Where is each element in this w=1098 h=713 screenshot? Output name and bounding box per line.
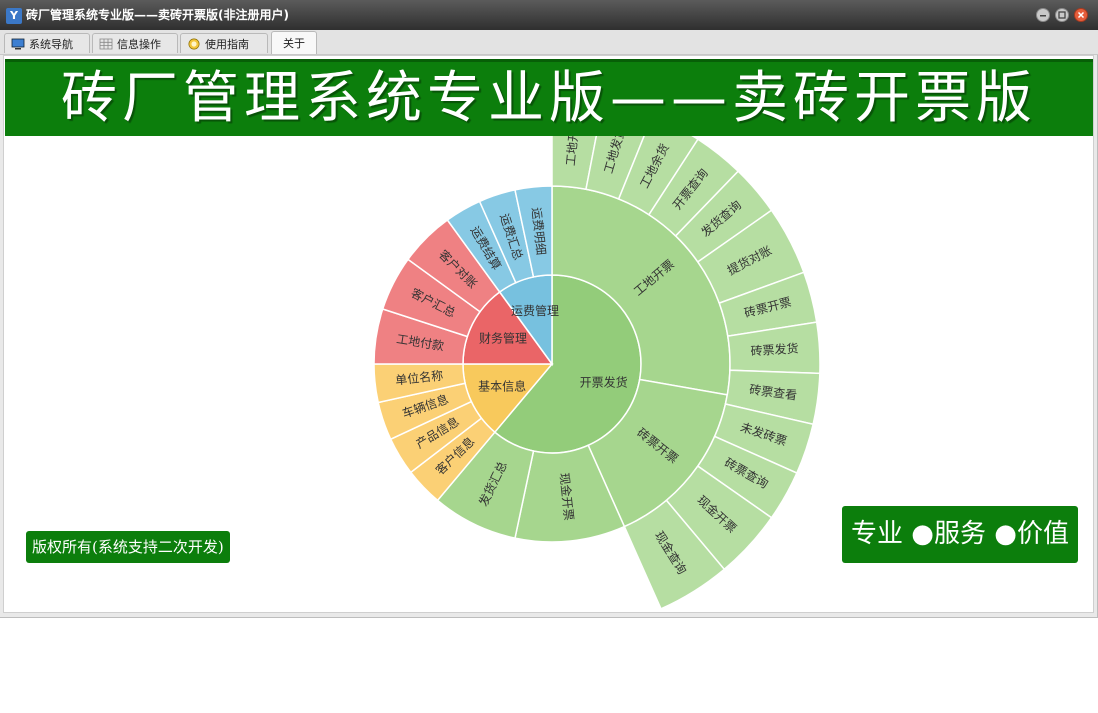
monitor-icon	[11, 38, 25, 49]
sunburst-label: 砖票发货	[750, 340, 799, 358]
tab-label: 关于	[283, 37, 305, 50]
close-button[interactable]	[1074, 8, 1088, 22]
sunburst-label: 运费管理	[511, 303, 559, 318]
sunburst-chart: 开票发货基本信息财务管理运费管理工地开票砖票开票现金开票发货汇总客户信息产品信息…	[373, 95, 821, 610]
app-logo-icon: Y	[6, 8, 22, 24]
help-globe-icon	[188, 38, 200, 49]
minimize-icon	[1040, 15, 1046, 17]
tab-label: 系统导航	[29, 37, 73, 51]
title-bar[interactable]: Y 砖厂管理系统专业版——卖砖开票版(非注册用户)	[0, 0, 1098, 30]
grid-icon	[99, 38, 113, 49]
minimize-button[interactable]	[1036, 8, 1050, 22]
title-banner: 砖厂管理系统专业版——卖砖开票版	[5, 59, 1093, 136]
sunburst-label: 财务管理	[479, 331, 527, 346]
tab-about[interactable]: 关于	[271, 31, 317, 54]
sunburst-label: 基本信息	[478, 379, 526, 394]
about-panel: 开票发货 基本信息 财务管理 运费管理 工地开票 砖票开票 现金开票 发货汇总 客户信息 产品信息…	[3, 55, 1094, 613]
tab-info-ops[interactable]: 信息操作	[92, 33, 178, 53]
maximize-button[interactable]	[1055, 8, 1069, 22]
sunburst-label: 开票发货	[580, 374, 628, 389]
tab-system-nav[interactable]: 系统导航	[4, 33, 90, 53]
window-title: 砖厂管理系统专业版——卖砖开票版(非注册用户)	[26, 8, 289, 22]
tab-label: 信息操作	[117, 37, 161, 51]
tab-user-guide[interactable]: 使用指南	[180, 33, 268, 53]
maximize-icon	[1058, 11, 1066, 19]
close-icon	[1077, 11, 1085, 19]
tab-label: 使用指南	[205, 37, 249, 51]
banner-title: 砖厂管理系统专业版——卖砖开票版	[61, 66, 1037, 131]
app-window: Y 砖厂管理系统专业版——卖砖开票版(非注册用户) 系统导航 信息操作 使用指南…	[0, 0, 1098, 618]
tab-bar: 系统导航 信息操作 使用指南 关于	[0, 30, 1098, 55]
